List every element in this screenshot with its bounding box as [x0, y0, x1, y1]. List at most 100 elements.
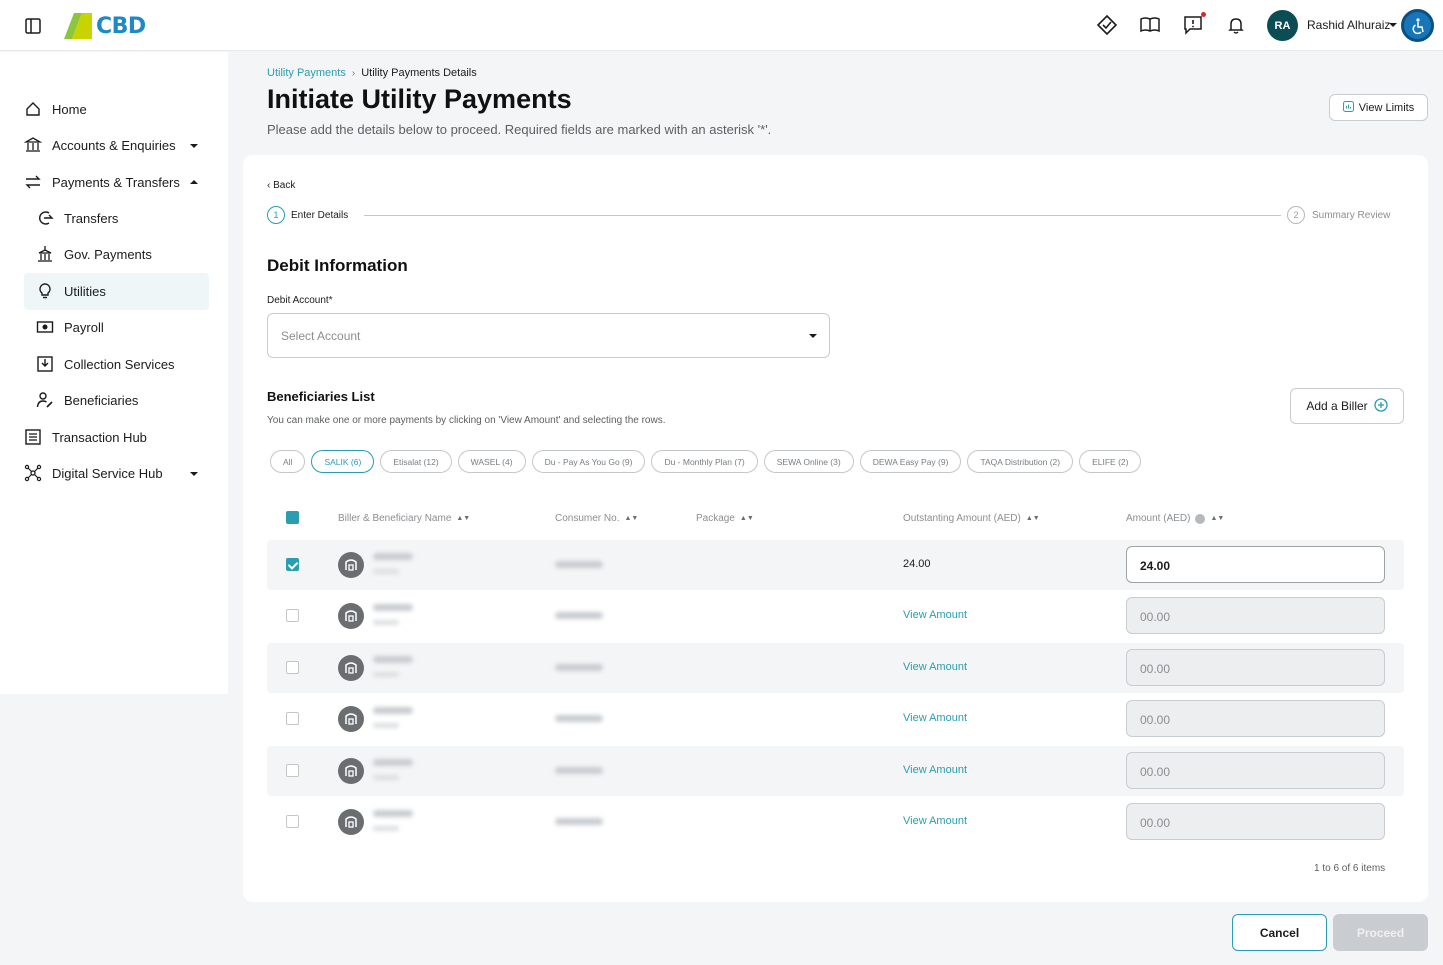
sidebar-item-label: Accounts & Enquiries — [52, 137, 176, 153]
table-row[interactable]: View Amount 00.00 — [267, 591, 1404, 641]
chip-elife[interactable]: ELIFE (2) — [1079, 450, 1142, 473]
select-placeholder: Select Account — [281, 329, 361, 343]
sidebar-item-home[interactable]: Home — [24, 100, 87, 118]
column-header-outstanding[interactable]: Outstanting Amount (AED) ▲▼ — [903, 513, 1040, 524]
sort-icon: ▲▼ — [624, 515, 639, 522]
view-amount-link[interactable]: View Amount — [903, 661, 967, 673]
sidebar-item-transaction-hub[interactable]: Transaction Hub — [24, 428, 147, 446]
row-checkbox[interactable] — [286, 558, 299, 571]
column-header-consumer[interactable]: Consumer No. ▲▼ — [555, 513, 638, 524]
row-checkbox[interactable] — [286, 661, 299, 674]
feedback-icon[interactable] — [1180, 12, 1206, 38]
breadcrumb-link[interactable]: Utility Payments — [267, 67, 346, 79]
step-1-label: Enter Details — [291, 210, 349, 221]
column-header-package[interactable]: Package ▲▼ — [696, 513, 754, 524]
home-icon — [24, 100, 42, 118]
row-checkbox[interactable] — [286, 609, 299, 622]
handshake-icon[interactable] — [1094, 12, 1120, 38]
user-name[interactable]: Rashid Alhuraiz — [1307, 18, 1390, 32]
table-row[interactable]: View Amount 00.00 — [267, 694, 1404, 744]
debit-account-select[interactable]: Select Account — [267, 313, 830, 358]
column-header-amount[interactable]: Amount (AED) ▲▼ — [1126, 513, 1224, 524]
consumer-number-redacted — [555, 767, 603, 774]
sidebar-item-digital-service-hub[interactable]: Digital Service Hub — [24, 464, 163, 482]
sidebar-item-beneficiaries[interactable]: Beneficiaries — [36, 391, 138, 409]
chip-du-payg[interactable]: Du - Pay As You Go (9) — [531, 450, 646, 473]
view-amount-link[interactable]: View Amount — [903, 815, 967, 827]
select-all-checkbox[interactable] — [286, 511, 299, 524]
column-header-name[interactable]: Biller & Beneficiary Name ▲▼ — [338, 513, 470, 524]
chip-dewa[interactable]: DEWA Easy Pay (9) — [859, 450, 962, 473]
sidebar-item-payroll[interactable]: Payroll — [36, 318, 104, 336]
amount-input[interactable]: 00.00 — [1126, 803, 1385, 840]
sort-icon: ▲▼ — [456, 515, 471, 522]
amount-input[interactable]: 00.00 — [1126, 649, 1385, 686]
amount-input[interactable]: 00.00 — [1126, 752, 1385, 789]
cbd-logo[interactable]: CBD — [64, 11, 148, 41]
chip-taqa[interactable]: TAQA Distribution (2) — [967, 450, 1074, 473]
proceed-button[interactable]: Proceed — [1333, 914, 1428, 951]
add-biller-label: Add a Biller — [1306, 399, 1368, 413]
sidebar-item-label: Transaction Hub — [52, 429, 147, 445]
beneficiary-subtext-redacted — [373, 569, 399, 574]
chip-all[interactable]: All — [270, 450, 306, 473]
view-limits-button[interactable]: View Limits — [1329, 94, 1428, 121]
chevron-down-icon[interactable] — [190, 144, 198, 148]
sidebar-item-label: Home — [52, 101, 87, 117]
accessibility-icon[interactable] — [1401, 9, 1434, 42]
amount-input[interactable]: 24.00 — [1126, 546, 1385, 583]
chip-sewa[interactable]: SEWA Online (3) — [763, 450, 854, 473]
chevron-down-icon[interactable] — [190, 472, 198, 476]
row-checkbox[interactable] — [286, 764, 299, 777]
step-2-label: Summary Review — [1312, 210, 1391, 221]
view-amount-link[interactable]: View Amount — [903, 609, 967, 621]
column-header-label: Consumer No. — [555, 513, 620, 524]
chip-du-monthly[interactable]: Du - Monthly Plan (7) — [651, 450, 758, 473]
sidebar-item-label: Payments & Transfers — [52, 174, 180, 190]
back-link[interactable]: ‹ Back — [267, 180, 295, 191]
beneficiaries-subtitle: You can make one or more payments by cli… — [267, 415, 666, 426]
sidebar-item-label: Beneficiaries — [64, 392, 139, 408]
sidebar-item-gov-payments[interactable]: Gov. Payments — [36, 245, 152, 263]
column-header-label: Amount (AED) — [1126, 513, 1191, 524]
chip-etisalat[interactable]: Etisalat (12) — [380, 450, 452, 473]
sidebar-item-transfers[interactable]: Transfers — [36, 209, 118, 227]
table-row[interactable]: View Amount 00.00 — [267, 746, 1404, 796]
consumer-number-redacted — [555, 664, 603, 671]
chevron-down-icon — [809, 334, 817, 338]
chip-salik[interactable]: SALIK (6) — [311, 450, 375, 473]
stepper-line — [364, 215, 1281, 216]
sidebar-item-label: Transfers — [64, 210, 119, 226]
row-checkbox[interactable] — [286, 815, 299, 828]
sidebar-item-collection[interactable]: Collection Services — [36, 355, 175, 373]
table-row[interactable]: View Amount 00.00 — [267, 797, 1404, 847]
chip-wasel[interactable]: WASEL (4) — [457, 450, 526, 473]
table-row[interactable]: View Amount 00.00 — [267, 643, 1404, 693]
sidebar-toggle-icon[interactable] — [24, 17, 42, 35]
network-hub-icon — [24, 464, 42, 482]
cash-icon — [36, 318, 54, 336]
cancel-button[interactable]: Cancel — [1232, 914, 1327, 951]
beneficiary-subtext-redacted — [373, 723, 399, 728]
amount-input[interactable]: 00.00 — [1126, 700, 1385, 737]
sidebar-item-label: Digital Service Hub — [52, 465, 163, 481]
chevron-up-icon[interactable] — [190, 180, 198, 184]
amount-input[interactable]: 00.00 — [1126, 597, 1385, 634]
sidebar-item-payments[interactable]: Payments & Transfers — [24, 173, 180, 191]
chevron-down-icon[interactable] — [1389, 23, 1397, 27]
book-icon[interactable] — [1137, 12, 1163, 38]
plus-circle-icon — [1374, 397, 1388, 415]
add-biller-button[interactable]: Add a Biller — [1290, 388, 1404, 424]
bell-icon[interactable] — [1223, 12, 1249, 38]
avatar[interactable]: RA — [1267, 10, 1298, 41]
debit-section-title: Debit Information — [267, 256, 408, 275]
sidebar-item-accounts[interactable]: Accounts & Enquiries — [24, 136, 176, 154]
view-amount-link[interactable]: View Amount — [903, 764, 967, 776]
sidebar-item-utilities[interactable]: Utilities — [36, 282, 106, 300]
info-icon[interactable] — [1195, 513, 1206, 524]
table-row[interactable]: 24.00 24.00 — [267, 540, 1404, 590]
row-checkbox[interactable] — [286, 712, 299, 725]
view-amount-link[interactable]: View Amount — [903, 712, 967, 724]
beneficiary-name-redacted — [373, 707, 413, 714]
inbox-download-icon — [36, 355, 54, 373]
